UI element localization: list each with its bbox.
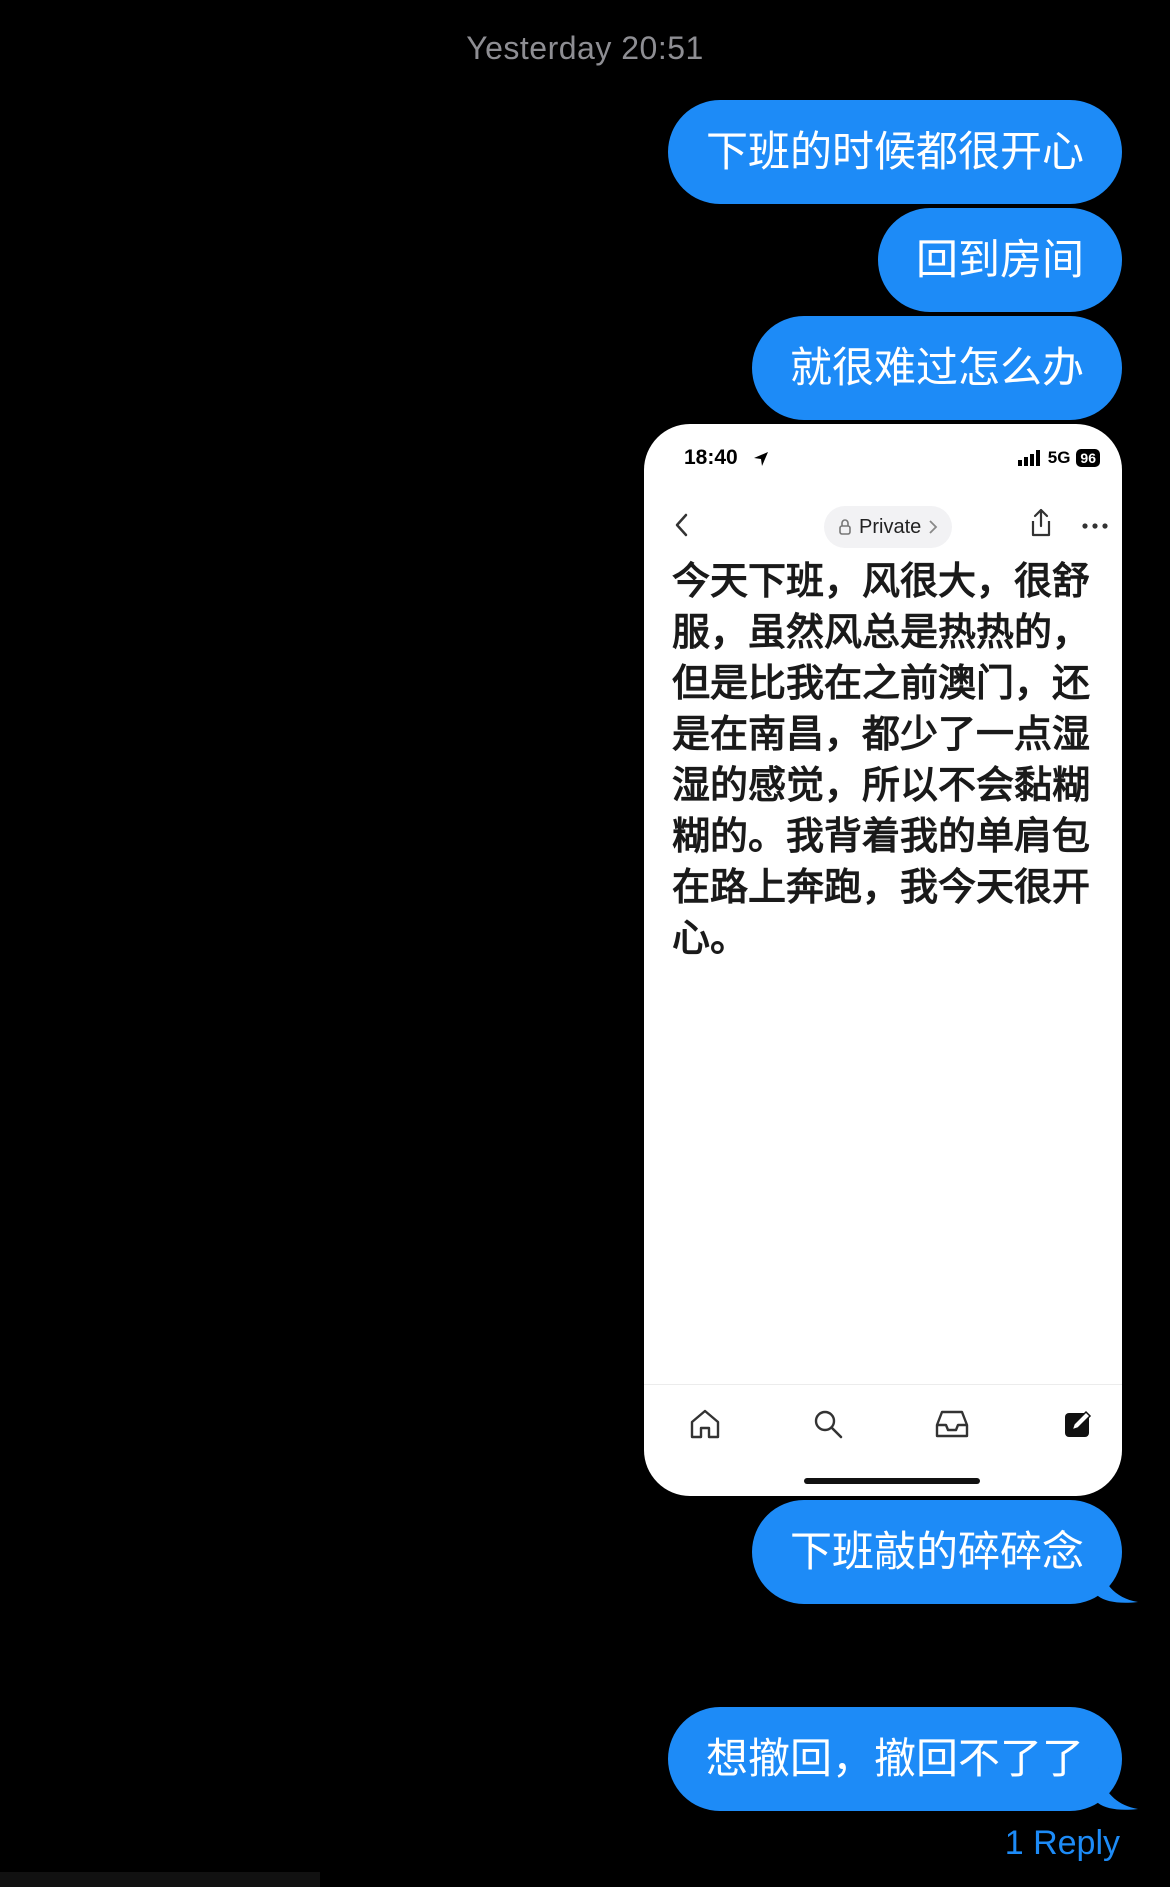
reply-link[interactable]: 1 Reply — [1005, 1824, 1120, 1863]
inbox-icon[interactable] — [934, 1408, 970, 1440]
chevron-right-icon — [929, 520, 938, 534]
back-chevron-icon[interactable] — [674, 512, 690, 538]
message-bubble[interactable]: 下班敲的碎碎念 — [751, 1500, 1122, 1604]
note-toolbar: Private — [644, 502, 1122, 552]
more-icon[interactable] — [1082, 522, 1108, 530]
signal-icon — [1017, 450, 1040, 466]
privacy-label: Private — [859, 515, 922, 538]
message-bubble[interactable]: 想撤回，撤回不了了 — [667, 1707, 1122, 1811]
home-indicator — [804, 1478, 980, 1484]
note-body: 今天下班，风很大，很舒服，虽然风总是热热的，但是比我在之前澳门，还是在南昌，都少… — [672, 559, 1091, 960]
thread-timestamp: Yesterday 20:51 — [0, 30, 1170, 67]
bubble-tail — [1098, 1767, 1138, 1810]
message-bubble[interactable]: 下班的时候都很开心 — [667, 100, 1122, 204]
message-bubble[interactable]: 就很难过怎么办 — [751, 316, 1122, 420]
privacy-pill[interactable]: Private — [824, 506, 953, 548]
tabbar-divider — [644, 1384, 1122, 1385]
note-tabbar — [644, 1400, 1122, 1452]
timestamp-time: 20:51 — [621, 30, 704, 66]
bubble-tail — [1098, 1560, 1138, 1603]
search-icon[interactable] — [812, 1408, 844, 1440]
share-icon[interactable] — [1028, 508, 1054, 538]
status-time: 18:40 — [684, 446, 738, 469]
timestamp-day: Yesterday — [466, 30, 612, 66]
network-label: 5G — [1047, 448, 1071, 467]
location-arrow-icon — [754, 452, 768, 466]
attached-screenshot[interactable]: 18:40 5G 96 Private 今天下班，风很大，很舒服，虽然风总是热热… — [644, 424, 1122, 1496]
bottom-edge-bar — [0, 1872, 320, 1887]
compose-icon[interactable] — [1062, 1408, 1094, 1440]
status-bar: 18:40 5G 96 — [684, 446, 1100, 476]
message-bubble[interactable]: 回到房间 — [877, 208, 1122, 312]
home-icon[interactable] — [688, 1408, 722, 1440]
lock-icon — [839, 519, 851, 535]
battery-indicator: 96 — [1076, 449, 1100, 467]
